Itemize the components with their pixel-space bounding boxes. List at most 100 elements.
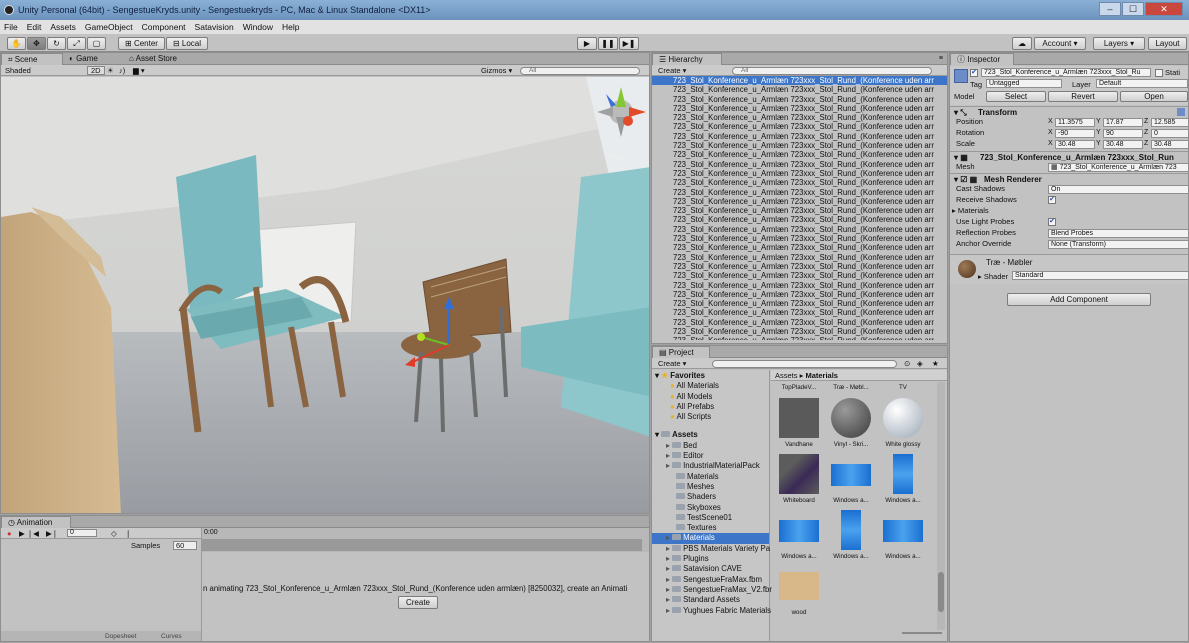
favorite-item[interactable]: ● All Scripts [652,412,769,422]
hierarchy-item[interactable]: 723_Stol_Konference_u_Armlæn 723xxx_Stol… [652,178,947,187]
receive-shadows-checkbox[interactable]: ✔ [1048,196,1056,204]
favorite-star-icon[interactable]: ★ [932,358,939,369]
hierarchy-item[interactable]: 723_Stol_Konference_u_Armlæn 723xxx_Stol… [652,271,947,280]
layers-dropdown[interactable]: Layers ▾ [1093,37,1145,50]
minimize-button[interactable]: – [1099,2,1121,16]
gizmos-dropdown[interactable]: Gizmos ▾ [481,65,512,76]
mesh-filter-header[interactable]: ▾ ▦ 723_Stol_Konference_u_Armlæn 723xxx_… [950,151,1188,162]
hierarchy-item[interactable]: 723_Stol_Konference_u_Armlæn 723xxx_Stol… [652,206,947,215]
folder-tree-item[interactable]: Skyboxes [652,503,769,513]
mesh-field[interactable]: ▦ 723_Stol_Konference_u_Armlæn 723 [1048,162,1188,172]
hierarchy-item[interactable]: 723_Stol_Konference_u_Armlæn 723xxx_Stol… [652,95,947,104]
hierarchy-item[interactable]: 723_Stol_Konference_u_Armlæn 723xxx_Stol… [652,290,947,299]
prefab-revert-button[interactable]: Revert [1048,91,1118,102]
mesh-renderer-header[interactable]: ▾ ☑ ▦ Mesh Renderer [950,173,1188,184]
close-button[interactable]: ✕ [1145,2,1183,16]
folder-tree-item[interactable]: ▸ PBS Materials Variety Pa [652,544,770,554]
favorite-item[interactable]: ● All Prefabs [652,402,769,412]
asset-item[interactable]: Whiteboard [777,454,821,504]
hierarchy-item[interactable]: 723_Stol_Konference_u_Armlæn 723xxx_Stol… [652,197,947,206]
add-keyframe-icon[interactable]: ◇ [111,528,117,539]
folder-tree-item[interactable]: TestScene01 [652,513,769,523]
favorite-item[interactable]: ● All Materials [652,381,769,391]
tab-inspector[interactable]: ⓘ Inspector [950,53,1014,65]
tab-dopesheet[interactable]: Dopesheet [105,631,136,641]
step-button[interactable]: ▶❚ [619,37,639,50]
asset-item[interactable]: Windows a... [777,510,821,560]
hierarchy-item[interactable]: 723_Stol_Konference_u_Armlæn 723xxx_Stol… [652,327,947,336]
hierarchy-item[interactable]: 723_Stol_Konference_u_Armlæn 723xxx_Stol… [652,336,947,340]
play-button[interactable]: ▶ [577,37,597,50]
favorites-header[interactable]: ▾ ★ Favorites [652,371,769,381]
asset-item[interactable]: Windows a... [829,510,873,560]
transform-y-field[interactable]: 30.48 [1103,139,1143,149]
hierarchy-item[interactable]: 723_Stol_Konference_u_Armlæn 723xxx_Stol… [652,188,947,197]
hierarchy-item[interactable]: 723_Stol_Konference_u_Armlæn 723xxx_Stol… [652,76,947,86]
tab-animation[interactable]: ◷ Animation [1,516,71,528]
transform-x-field[interactable]: 11.3575 [1055,117,1095,127]
light-probes-checkbox[interactable]: ✔ [1048,218,1056,226]
scene-search-input[interactable]: All [520,67,640,75]
transform-x-field[interactable]: 30.48 [1055,139,1095,149]
cast-shadows-dropdown[interactable]: On [1048,184,1188,194]
folder-tree-item[interactable]: ▸ IndustrialMaterialPack [652,461,769,471]
project-search-input[interactable] [712,360,897,368]
asset-item[interactable]: Træ - Møbl... [829,384,873,391]
rect-tool-icon[interactable]: ▢ [87,37,106,50]
breadcrumb-leaf[interactable]: Materials [805,371,838,380]
folder-tree-item[interactable]: Textures [652,523,769,533]
move-tool-icon[interactable]: ✥ [27,37,46,50]
anchor-override-field[interactable]: None (Transform) [1048,239,1188,249]
filter-label-icon[interactable]: ◈ [917,358,923,369]
asset-item[interactable]: White glossy [881,398,925,448]
hierarchy-item[interactable]: 723_Stol_Konference_u_Armlæn 723xxx_Stol… [652,281,947,290]
menu-satavision[interactable]: Satavision [195,20,234,34]
hierarchy-item[interactable]: 723_Stol_Konference_u_Armlæn 723xxx_Stol… [652,225,947,234]
hierarchy-item[interactable]: 723_Stol_Konference_u_Armlæn 723xxx_Stol… [652,215,947,224]
timeline-ruler[interactable]: 0:00 [201,528,649,552]
audio-toggle-icon[interactable]: ♪) [119,65,125,76]
thumbnail-size-slider[interactable] [902,632,942,634]
add-event-icon[interactable]: ❘ [125,528,131,539]
hierarchy-item[interactable]: 723_Stol_Konference_u_Armlæn 723xxx_Stol… [652,132,947,141]
breadcrumb-root[interactable]: Assets [775,371,798,380]
effects-toggle-icon[interactable]: ▆ ▾ [133,65,145,76]
project-create-dropdown[interactable]: Create ▾ [658,358,686,369]
hierarchy-item[interactable]: 723_Stol_Konference_u_Armlæn 723xxx_Stol… [652,141,947,150]
hierarchy-item[interactable]: 723_Stol_Konference_u_Armlæn 723xxx_Stol… [652,169,947,178]
folder-tree-item[interactable]: Shaders [652,492,769,502]
folder-tree-item[interactable]: ▸ SengestueFraMax.fbm [652,575,769,585]
menu-assets[interactable]: Assets [50,20,76,34]
asset-item[interactable]: TopPladeV... [777,384,821,391]
panel-menu-icon[interactable]: ≡ [939,53,943,65]
asset-item[interactable]: Windows a... [829,454,873,504]
folder-tree-item[interactable]: ▸ SengestueFraMax_V2.fbr [652,585,772,595]
tab-asset-store[interactable]: ⌂ Asset Store [123,53,203,65]
frame-field[interactable]: 0 [67,529,97,537]
folder-tree-item[interactable]: Meshes [652,482,769,492]
menu-help[interactable]: Help [282,20,299,34]
account-dropdown[interactable]: Account ▾ [1034,37,1086,50]
hand-tool-icon[interactable]: ✋ [7,37,26,50]
folder-tree-item[interactable]: ▸ Satavision CAVE [652,564,769,574]
transform-z-field[interactable]: 12.585 [1151,117,1188,127]
hierarchy-item[interactable]: 723_Stol_Konference_u_Armlæn 723xxx_Stol… [652,308,947,317]
record-icon[interactable]: ● [7,528,12,539]
static-checkbox[interactable] [1155,69,1163,77]
folder-tree-item[interactable]: ▸ Bed [652,441,769,451]
menu-edit[interactable]: Edit [27,20,42,34]
create-animation-button[interactable]: Create [398,596,438,609]
pause-button[interactable]: ❚❚ [598,37,618,50]
component-settings-icon[interactable] [1177,108,1185,116]
prefab-open-button[interactable]: Open [1120,91,1188,102]
hierarchy-item[interactable]: 723_Stol_Konference_u_Armlæn 723xxx_Stol… [652,299,947,308]
asset-item[interactable]: TV [881,384,925,391]
reflection-probes-dropdown[interactable]: Blend Probes [1048,228,1188,238]
prefab-select-button[interactable]: Select [986,91,1046,102]
materials-row[interactable]: ▸ Materials [950,206,1188,216]
hierarchy-item[interactable]: 723_Stol_Konference_u_Armlæn 723xxx_Stol… [652,243,947,252]
anim-prev-key-icon[interactable]: ▶ ❘◀ [19,528,39,539]
project-scrollbar[interactable] [937,382,945,630]
toggle-2d-button[interactable]: 2D [87,66,105,75]
samples-field[interactable]: 60 [173,541,197,550]
